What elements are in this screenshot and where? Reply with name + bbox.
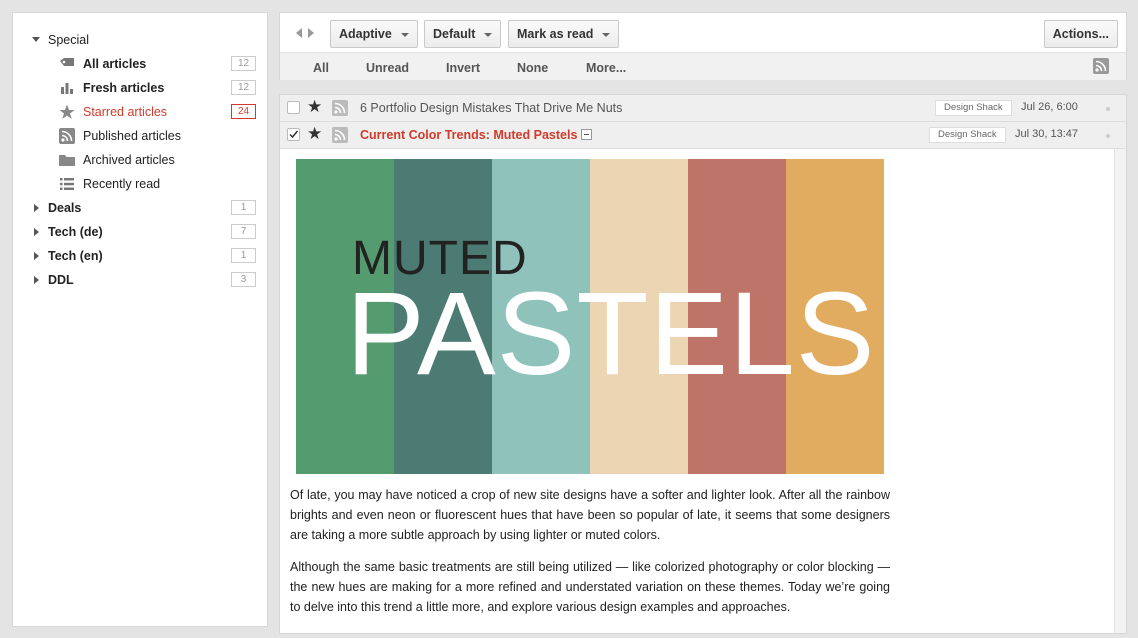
select-unread-link[interactable]: Unread [366,61,409,75]
select-invert-link[interactable]: Invert [446,61,480,75]
headline-title[interactable]: Current Color Trends: Muted Pastels [360,128,577,142]
unread-count: 1 [231,200,256,215]
category-label: Tech (de) [48,225,103,239]
unread-count: 12 [231,80,256,95]
headlines-list: ★ 6 Portfolio Design Mistakes That Drive… [279,94,1127,634]
star-icon[interactable]: ★ [307,125,322,142]
tag-icon [60,58,74,66]
nav-arrows-icon[interactable] [294,27,316,39]
feed-source-badge[interactable]: Design Shack [929,127,1006,143]
feed-label: All articles [83,57,147,71]
feed-published-articles[interactable]: Published articles [13,124,267,148]
feed-label: Starred articles [83,105,168,119]
headline-row[interactable]: ★ 6 Portfolio Design Mistakes That Drive… [280,95,1126,122]
collapse-article-icon[interactable] [581,129,592,140]
hero-text-large: PASTELS [346,268,876,400]
unread-count: 1 [231,248,256,263]
order-label: Default [433,27,476,41]
expand-arrow-icon[interactable] [34,204,39,212]
unread-count: 12 [231,56,256,71]
feed-fresh-articles[interactable]: Fresh articles 12 [13,76,267,100]
star-icon [59,104,75,119]
collapse-arrow-icon[interactable] [32,37,40,42]
select-more-link[interactable]: More... [586,61,626,75]
category-label: Tech (en) [48,249,103,263]
view-mode-dropdown[interactable]: Adaptive [330,20,418,48]
unread-count: 7 [231,224,256,239]
mark-as-read-label: Mark as read [517,27,594,41]
category-deals[interactable]: Deals 1 [13,196,267,220]
view-mode-label: Adaptive [339,27,392,41]
checkmark-icon [289,130,299,139]
menu-dot-icon[interactable] [1106,107,1110,111]
rss-icon[interactable] [332,127,348,143]
headline-title[interactable]: 6 Portfolio Design Mistakes That Drive M… [360,101,622,115]
feed-starred-articles[interactable]: Starred articles 24 [13,100,267,124]
folder-icon [59,155,75,166]
headline-row-active[interactable]: ★ Current Color Trends: Muted Pastels De… [280,122,1126,149]
selection-bar: All Unread Invert None More... [280,52,1126,80]
article-content: MUTED PASTELS Of late, you may have noti… [280,149,1114,633]
rss-icon [59,128,75,144]
feed-source-badge[interactable]: Design Shack [935,100,1012,116]
article-hero-image: MUTED PASTELS [296,159,884,474]
feed-label: Published articles [83,129,181,143]
headline-date: Jul 30, 13:47 [1015,128,1078,140]
article-paragraph: Although the same basic treatments are s… [290,560,890,614]
order-dropdown[interactable]: Default [424,20,502,48]
feed-archived-articles[interactable]: Archived articles [13,148,267,172]
rss-icon[interactable] [1093,58,1109,74]
feed-tree-sidebar: Special All articles 12 Fresh articles 1… [12,12,268,627]
menu-dot-icon[interactable] [1106,134,1110,138]
chevron-down-icon [400,33,409,37]
actions-label: Actions... [1052,27,1109,41]
category-tech-en[interactable]: Tech (en) 1 [13,244,267,268]
select-none-link[interactable]: None [517,61,548,75]
category-special[interactable]: Special [13,28,267,52]
scrollbar-track[interactable] [1114,149,1126,633]
list-icon [60,178,74,190]
actions-button[interactable]: Actions... [1043,20,1118,48]
category-label: DDL [48,273,74,287]
feed-label: Archived articles [83,153,175,167]
article-paragraph: Of late, you may have noticed a crop of … [290,488,890,542]
expand-arrow-icon[interactable] [34,276,39,284]
select-checkbox[interactable] [287,101,300,114]
mark-as-read-dropdown[interactable]: Mark as read [508,20,620,48]
star-icon[interactable]: ★ [307,98,322,115]
headline-date: Jul 26, 6:00 [1021,101,1078,113]
unread-count: 3 [231,272,256,287]
unread-count: 24 [231,104,256,119]
feed-recently-read[interactable]: Recently read [13,172,267,196]
expand-arrow-icon[interactable] [34,252,39,260]
category-ddl[interactable]: DDL 3 [13,268,267,292]
category-special-label: Special [48,33,89,47]
feed-label: Recently read [83,177,161,191]
category-label: Deals [48,201,82,215]
feed-all-articles[interactable]: All articles 12 [13,52,267,76]
select-checkbox[interactable] [287,128,300,141]
rss-icon[interactable] [332,100,348,116]
expand-arrow-icon[interactable] [34,228,39,236]
feed-label: Fresh articles [83,81,165,95]
chevron-down-icon [484,33,493,37]
select-all-link[interactable]: All [313,61,329,75]
chevron-down-icon [602,33,611,37]
bar-chart-icon [61,83,73,94]
category-tech-de[interactable]: Tech (de) 7 [13,220,267,244]
main-toolbar: Adaptive Default Mark as read Actions...… [279,12,1127,80]
